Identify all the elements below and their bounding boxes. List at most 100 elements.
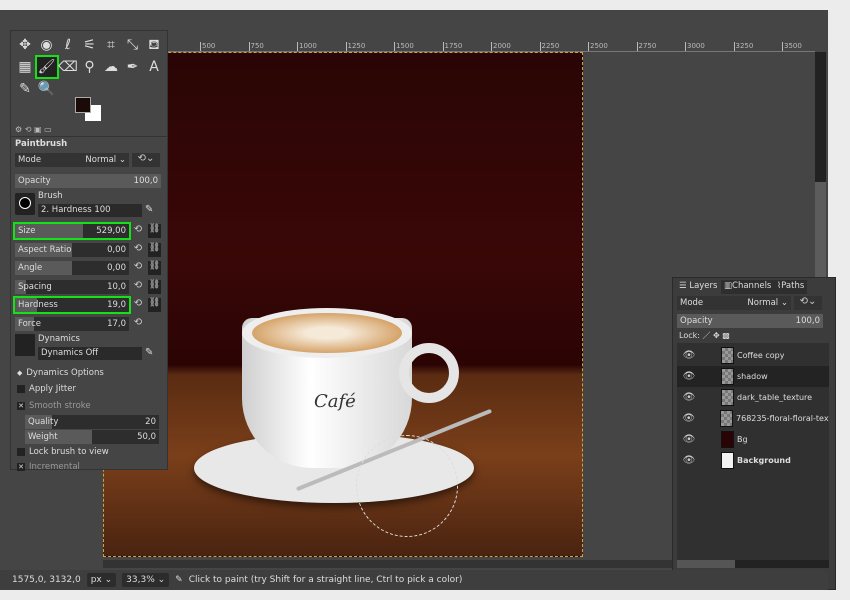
layer-row[interactable]: 👁 shadow	[677, 366, 829, 387]
layer-mode-select[interactable]: Mode Normal ⌄	[677, 296, 791, 310]
weight-label: Weight	[28, 432, 58, 442]
mode-select[interactable]: Mode Normal ⌄	[15, 153, 129, 167]
angle-value: 0,00	[107, 263, 126, 273]
smooth-stroke-checkbox[interactable]: ✕ Smooth stroke	[17, 401, 91, 411]
layers-panel: ☰ Layers ▥Channels ⌇Paths Mode Normal ⌄ ⟲…	[672, 277, 836, 590]
tab-channels[interactable]: ▥Channels	[721, 280, 775, 294]
force-reset-icon[interactable]: ⟲	[132, 317, 144, 331]
dynamics-preview[interactable]	[15, 334, 35, 356]
layer-list-scrollbar[interactable]	[677, 560, 829, 568]
angle-slider[interactable]: Angle 0,00	[15, 261, 129, 275]
image-canvas[interactable]: Café	[103, 52, 583, 557]
clone-icon[interactable]: ⚲	[80, 57, 100, 77]
mode-reset-button[interactable]: ⟲⌄	[132, 153, 160, 167]
eraser-icon[interactable]: ⌫	[58, 57, 78, 77]
angle-label: Angle	[18, 263, 43, 273]
tab-label: Channels	[732, 281, 772, 291]
layer-mode-reset-button[interactable]: ⟲⌄	[794, 296, 822, 310]
layer-opacity-slider[interactable]: Opacity 100,0	[677, 314, 823, 328]
visibility-eye-icon[interactable]: 👁	[677, 413, 700, 424]
layer-thumbnail	[721, 452, 734, 469]
aspect-ratio-link-icon[interactable]: ⛓	[148, 242, 161, 257]
angle-link-icon[interactable]: ⛓	[148, 261, 161, 275]
layer-row[interactable]: 👁 Background	[677, 450, 829, 471]
hardness-reset-icon[interactable]: ⟲	[132, 298, 144, 312]
hardness-link-icon[interactable]: ⛓	[148, 298, 161, 312]
lock-pixels-icon[interactable]: ／	[702, 331, 710, 340]
dock-tabs[interactable]: ⚙ ⟲ ▣ ▭	[11, 125, 167, 137]
edit-brush-icon[interactable]: ✎	[145, 204, 153, 215]
layer-thumbnail	[721, 368, 734, 385]
paths-icon[interactable]: ✒	[123, 57, 143, 77]
layer-row[interactable]: 👁 Bg	[677, 429, 829, 450]
layer-row[interactable]: 👁 768235-floral-floral-text	[677, 408, 829, 429]
edit-dynamics-icon[interactable]: ✎	[145, 347, 153, 358]
zoom-select[interactable]: 33,3% ⌄	[122, 573, 170, 587]
lock-brush-checkbox[interactable]: Lock brush to view	[17, 447, 109, 457]
lasso-icon[interactable]: ℓ	[58, 35, 78, 55]
layer-thumbnail	[721, 431, 734, 448]
zoom-icon[interactable]: 🔍	[37, 79, 57, 99]
quality-slider[interactable]: Quality 20	[25, 415, 159, 429]
brush-name[interactable]: 2. Hardness 100	[38, 204, 142, 217]
opacity-value: 100,0	[133, 176, 158, 186]
move-icon[interactable]: ✥	[15, 35, 35, 55]
dynamics-name[interactable]: Dynamics Off	[38, 347, 142, 360]
layer-mode-label: Mode	[680, 298, 704, 308]
size-reset-icon[interactable]: ⟲	[132, 224, 144, 238]
weight-value: 50,0	[137, 432, 156, 442]
lock-position-icon[interactable]: ✥	[713, 331, 720, 340]
aspect-ratio-label: Aspect Ratio	[18, 244, 72, 255]
paintbrush-icon[interactable]: 🖌	[34, 55, 59, 79]
aspect-ratio-reset-icon[interactable]: ⟲	[132, 243, 144, 257]
visibility-eye-icon[interactable]: 👁	[677, 434, 701, 445]
spacing-label: Spacing	[18, 281, 52, 292]
spacing-reset-icon[interactable]: ⟲	[132, 280, 144, 294]
dynamics-options-expander[interactable]: ◆ Dynamics Options	[17, 368, 104, 378]
visibility-eye-icon[interactable]: 👁	[677, 371, 701, 382]
size-slider[interactable]: Size 529,00	[13, 222, 131, 240]
layer-row[interactable]: 👁 dark_table_texture	[677, 387, 829, 408]
opacity-label: Opacity	[18, 176, 51, 186]
layer-name: Background	[737, 456, 791, 465]
size-link-icon[interactable]: ⛓	[148, 224, 161, 238]
ruler-label: 3250	[733, 42, 754, 51]
layer-opacity-value: 100,0	[795, 316, 820, 326]
latte	[252, 313, 402, 353]
warp-icon[interactable]: ◉	[37, 35, 57, 55]
quality-value: 20	[145, 417, 156, 427]
angle-reset-icon[interactable]: ⟲	[132, 261, 144, 275]
gradient-icon[interactable]: ▦	[15, 57, 35, 77]
smudge-icon[interactable]: ☁	[101, 57, 121, 77]
visibility-eye-icon[interactable]: 👁	[677, 350, 701, 361]
spacing-slider[interactable]: Spacing 10,0	[15, 279, 129, 294]
aspect-ratio-slider[interactable]: Aspect Ratio 0,00	[15, 242, 129, 257]
color-picker-icon[interactable]: ✎	[15, 79, 35, 99]
hardness-slider[interactable]: Hardness 19,0	[13, 296, 131, 314]
visibility-eye-icon[interactable]: 👁	[677, 455, 701, 466]
transform-icon[interactable]: ⤡	[123, 35, 143, 55]
fuzzy-select-icon[interactable]: ⚟	[80, 35, 100, 55]
weight-slider[interactable]: Weight 50,0	[25, 430, 159, 444]
spacing-link-icon[interactable]: ⛓	[148, 279, 161, 294]
size-value: 529,00	[96, 226, 126, 236]
layer-row[interactable]: 👁 Coffee copy	[677, 345, 829, 366]
ruler-label: 1000	[297, 42, 317, 51]
bucket-fill-icon[interactable]: ⛾	[144, 35, 164, 55]
tab-paths[interactable]: ⌇Paths	[774, 280, 808, 294]
unit-select[interactable]: px ⌄	[86, 573, 117, 587]
text-icon[interactable]: A	[144, 57, 164, 77]
tab-layers[interactable]: ☰ Layers	[676, 280, 721, 294]
visibility-eye-icon[interactable]: 👁	[677, 392, 701, 403]
force-slider[interactable]: Force 17,0	[15, 316, 129, 331]
layer-name: dark_table_texture	[737, 393, 813, 402]
horizontal-scrollbar[interactable]	[103, 560, 673, 568]
brush-preview[interactable]	[15, 193, 35, 215]
crop-icon[interactable]: ⌗	[101, 35, 121, 55]
lock-alpha-icon[interactable]: ▩	[722, 331, 730, 340]
layer-name: shadow	[737, 372, 768, 381]
foreground-color[interactable]	[75, 97, 91, 113]
incremental-checkbox[interactable]: ✕ Incremental	[17, 462, 80, 472]
opacity-slider[interactable]: Opacity 100,0	[15, 174, 161, 188]
apply-jitter-checkbox[interactable]: Apply Jitter	[17, 384, 76, 394]
